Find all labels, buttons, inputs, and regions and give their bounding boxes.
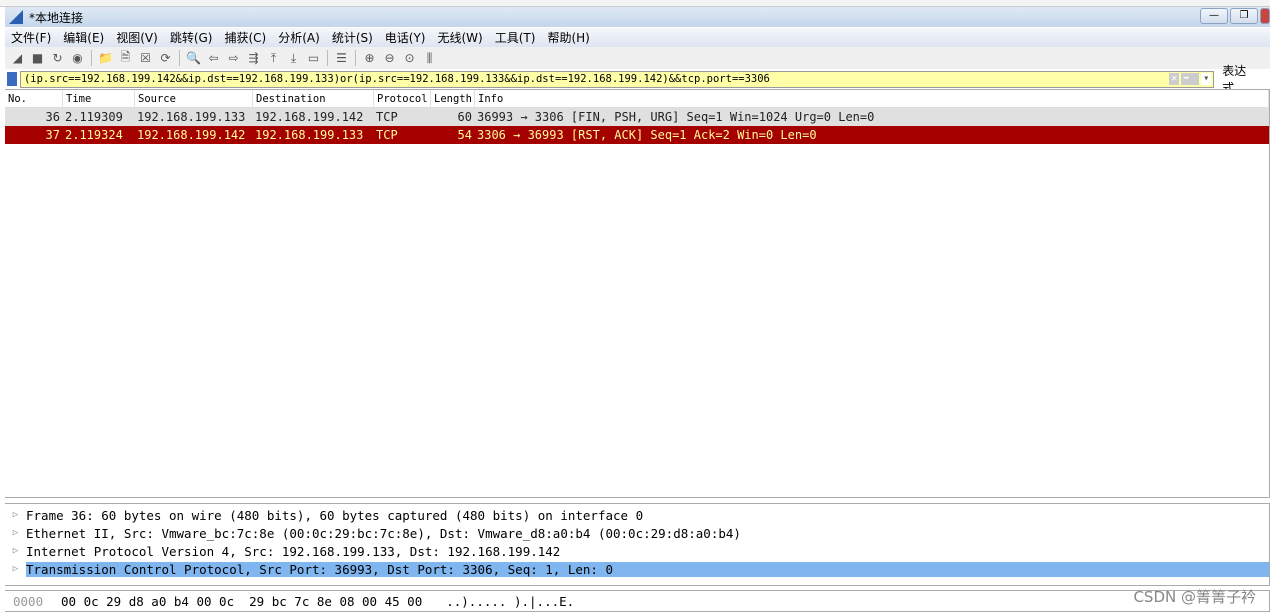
filter-bar: (ip.src==192.168.199.142&&ip.dst==192.16… bbox=[5, 64, 1270, 95]
packet-list: No. Time Source Destination Protocol Len… bbox=[5, 89, 1270, 498]
menu-item-8[interactable]: 无线(W) bbox=[432, 29, 489, 46]
filter-dropdown-icon[interactable]: ▾ bbox=[1201, 72, 1212, 85]
menu-item-10[interactable]: 帮助(H) bbox=[541, 29, 595, 46]
stop-capture-icon[interactable]: ■ bbox=[29, 50, 46, 67]
go-forward-icon[interactable]: ⇨ bbox=[225, 50, 242, 67]
packet-no: 36 bbox=[45, 110, 60, 124]
bookmark-icon[interactable] bbox=[7, 72, 17, 86]
save-file-icon[interactable]: 🗎 bbox=[117, 50, 134, 67]
packet-no: 37 bbox=[45, 128, 60, 142]
detail-row[interactable]: ▷ Transmission Control Protocol, Src Port… bbox=[5, 560, 1269, 578]
autoscroll-icon[interactable]: ▭ bbox=[305, 50, 322, 67]
packet-time: 2.119324 bbox=[65, 128, 123, 142]
column-info[interactable]: Info bbox=[475, 90, 1269, 107]
column-time[interactable]: Time bbox=[63, 90, 135, 107]
packet-info: 3306 → 36993 [RST, ACK] Seq=1 Ack=2 Win=… bbox=[477, 128, 817, 142]
resize-columns-icon[interactable]: ⫼ bbox=[421, 50, 438, 67]
close-file-icon[interactable]: ☒ bbox=[137, 50, 154, 67]
expand-arrow-icon[interactable]: ▷ bbox=[5, 546, 26, 556]
detail-text: Internet Protocol Version 4, Src: 192.16… bbox=[26, 543, 561, 559]
go-to-packet-icon[interactable]: ⇶ bbox=[245, 50, 262, 67]
toolbar-separator bbox=[179, 50, 180, 66]
reload-icon[interactable]: ⟳ bbox=[157, 50, 174, 67]
detail-text: Ethernet II, Src: Vmware_bc:7c:8e (00:0c… bbox=[26, 525, 741, 541]
menu-item-3[interactable]: 跳转(G) bbox=[164, 29, 219, 46]
packet-proto: TCP bbox=[376, 128, 398, 142]
toolbar-separator bbox=[91, 50, 92, 66]
watermark: CSDN @箐箐子衿 bbox=[1133, 588, 1256, 606]
clear-filter-icon[interactable]: ✕ bbox=[1169, 72, 1180, 85]
menu-item-1[interactable]: 编辑(E) bbox=[57, 29, 110, 46]
toolbar-separator bbox=[327, 50, 328, 66]
top-strip bbox=[0, 0, 1270, 7]
main-toolbar: ◢ ■ ↻ ◉ 📁 🗎 ☒ ⟳ 🔍 ⇦ ⇨ ⇶ ⤒ ⤓ ▭ ☰ ⊕ ⊖ ⊙ ⫼ bbox=[5, 47, 1270, 69]
packet-list-header: No. Time Source Destination Protocol Len… bbox=[5, 90, 1269, 108]
packet-bytes: 0000 00 0c 29 d8 a0 b4 00 0c 29 bc 7c 8e… bbox=[5, 590, 1270, 612]
packet-len: 54 bbox=[457, 128, 472, 142]
menu-item-9[interactable]: 工具(T) bbox=[489, 29, 542, 46]
packet-src: 192.168.199.133 bbox=[137, 110, 246, 124]
column-length[interactable]: Length bbox=[431, 90, 475, 107]
wireshark-logo-icon bbox=[9, 10, 23, 24]
bytes-offset: 0000 bbox=[13, 593, 44, 609]
packet-row[interactable]: 37 2.119324 192.168.199.142 192.168.199.133… bbox=[5, 126, 1269, 144]
restart-capture-icon[interactable]: ↻ bbox=[49, 50, 66, 67]
find-packet-icon[interactable]: 🔍 bbox=[185, 50, 202, 67]
start-capture-icon[interactable]: ◢ bbox=[9, 50, 26, 67]
packet-len: 60 bbox=[457, 110, 472, 124]
zoom-normal-icon[interactable]: ⊙ bbox=[401, 50, 418, 67]
display-filter-input[interactable]: (ip.src==192.168.199.142&&ip.dst==192.16… bbox=[19, 70, 1215, 88]
toolbar-separator bbox=[355, 50, 356, 66]
column-source[interactable]: Source bbox=[135, 90, 253, 107]
packet-time: 2.119309 bbox=[65, 110, 123, 124]
packet-info: 36993 → 3306 [FIN, PSH, URG] Seq=1 Win=1… bbox=[477, 110, 875, 124]
menu-bar: 文件(F) 编辑(E) 视图(V) 跳转(G) 捕获(C) 分析(A) 统计(S) 电话(Y)… bbox=[5, 28, 1270, 47]
close-button[interactable] bbox=[1260, 8, 1270, 24]
detail-row[interactable]: ▷ Ethernet II, Src: Vmware_bc:7c:8e (00:0… bbox=[5, 524, 1269, 542]
minimize-button[interactable]: — bbox=[1200, 8, 1228, 24]
bytes-hex[interactable]: 00 0c 29 d8 a0 b4 00 0c 29 bc 7c 8e 08 0… bbox=[61, 594, 422, 609]
filter-text: (ip.src==192.168.199.142&&ip.dst==192.16… bbox=[23, 72, 770, 85]
open-file-icon[interactable]: 📁 bbox=[97, 50, 114, 67]
restore-button[interactable]: ❐ bbox=[1230, 8, 1258, 24]
menu-item-6[interactable]: 统计(S) bbox=[326, 29, 379, 46]
packet-dst: 192.168.199.133 bbox=[255, 128, 364, 142]
packet-dst: 192.168.199.142 bbox=[255, 110, 364, 124]
colorize-icon[interactable]: ☰ bbox=[333, 50, 350, 67]
packet-proto: TCP bbox=[376, 110, 398, 124]
column-no[interactable]: No. bbox=[5, 90, 63, 107]
last-packet-icon[interactable]: ⤓ bbox=[285, 50, 302, 67]
detail-text: Transmission Control Protocol, Src Port:… bbox=[26, 561, 1269, 577]
menu-item-0[interactable]: 文件(F) bbox=[5, 29, 57, 46]
detail-text: Frame 36: 60 bytes on wire (480 bits), 6… bbox=[26, 507, 644, 523]
packet-details: ▷ Frame 36: 60 bytes on wire (480 bits), … bbox=[5, 503, 1270, 586]
menu-item-7[interactable]: 电话(Y) bbox=[379, 29, 432, 46]
go-back-icon[interactable]: ⇦ bbox=[205, 50, 222, 67]
column-destination[interactable]: Destination bbox=[253, 90, 374, 107]
window-title: *本地连接 bbox=[29, 10, 84, 25]
bytes-ascii[interactable]: ..)..... ).|...E. bbox=[446, 594, 574, 609]
detail-row[interactable]: ▷ Frame 36: 60 bytes on wire (480 bits), … bbox=[5, 506, 1269, 524]
expand-arrow-icon[interactable]: ▷ bbox=[5, 564, 26, 574]
menu-item-5[interactable]: 分析(A) bbox=[272, 29, 326, 46]
zoom-in-icon[interactable]: ⊕ bbox=[361, 50, 378, 67]
menu-item-4[interactable]: 捕获(C) bbox=[218, 29, 272, 46]
first-packet-icon[interactable]: ⤒ bbox=[265, 50, 282, 67]
capture-options-icon[interactable]: ◉ bbox=[69, 50, 86, 67]
detail-row[interactable]: ▷ Internet Protocol Version 4, Src: 192.1… bbox=[5, 542, 1269, 560]
title-bar: *本地连接 — ❐ bbox=[5, 7, 1270, 27]
expand-arrow-icon[interactable]: ▷ bbox=[5, 510, 26, 520]
column-protocol[interactable]: Protocol bbox=[374, 90, 431, 107]
menu-item-2[interactable]: 视图(V) bbox=[110, 29, 164, 46]
expand-arrow-icon[interactable]: ▷ bbox=[5, 528, 26, 538]
apply-filter-icon[interactable]: ➡ bbox=[1181, 72, 1200, 85]
packet-row[interactable]: 36 2.119309 192.168.199.133 192.168.199.142… bbox=[5, 108, 1269, 126]
packet-src: 192.168.199.142 bbox=[137, 128, 246, 142]
zoom-out-icon[interactable]: ⊖ bbox=[381, 50, 398, 67]
